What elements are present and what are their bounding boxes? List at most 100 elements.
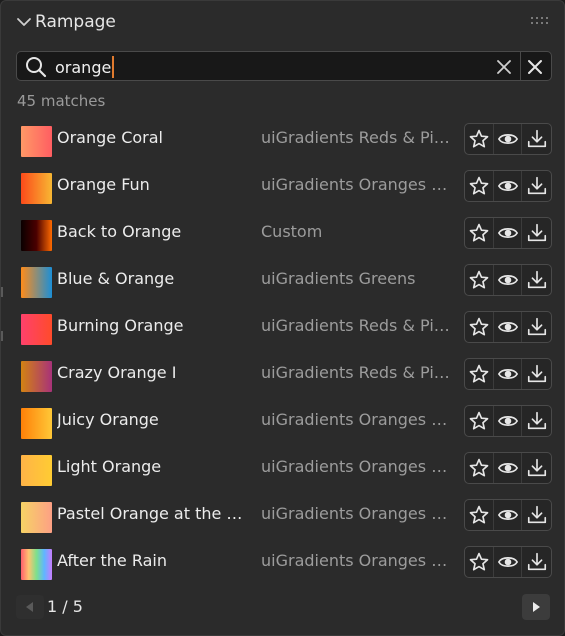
gradient-collection: uiGradients Reds & Pi…	[261, 128, 450, 147]
gradient-swatch	[21, 314, 52, 345]
list-item[interactable]: After the Rain uiGradients Oranges …	[1, 541, 564, 588]
list-item[interactable]: Blue & Orange uiGradients Greens	[1, 259, 564, 306]
page-indicator: 1 / 5	[47, 597, 83, 616]
favorite-button[interactable]	[465, 124, 494, 154]
list-item[interactable]: Orange Coral uiGradients Reds & Pi…	[1, 118, 564, 165]
import-button[interactable]	[522, 406, 551, 436]
preview-button[interactable]	[494, 265, 523, 295]
row-actions	[464, 499, 552, 531]
list-item[interactable]: Orange Fun uiGradients Oranges …	[1, 165, 564, 212]
gradient-collection: uiGradients Oranges …	[261, 551, 448, 570]
favorite-button[interactable]	[465, 547, 494, 577]
row-actions	[464, 358, 552, 390]
gradient-swatch	[21, 173, 52, 204]
gradient-collection: uiGradients Reds & Pi…	[261, 316, 450, 335]
preview-button[interactable]	[494, 500, 523, 530]
close-icon[interactable]	[523, 55, 547, 79]
row-actions	[464, 264, 552, 296]
favorite-button[interactable]	[465, 406, 494, 436]
search-icon	[26, 57, 47, 78]
divider	[520, 52, 521, 80]
search-field[interactable]: orange	[16, 51, 552, 81]
download-icon	[526, 222, 548, 244]
favorite-button[interactable]	[465, 500, 494, 530]
gradient-name: Orange Coral	[57, 128, 163, 147]
gradient-swatch	[21, 267, 52, 298]
next-page-button[interactable]	[522, 594, 550, 620]
star-icon	[468, 269, 490, 291]
text-caret	[112, 56, 115, 78]
preview-button[interactable]	[494, 453, 523, 483]
eye-icon	[497, 175, 519, 197]
eye-icon	[497, 504, 519, 526]
preview-button[interactable]	[494, 171, 523, 201]
import-button[interactable]	[522, 124, 551, 154]
import-button[interactable]	[522, 312, 551, 342]
clear-icon[interactable]	[493, 56, 515, 78]
star-icon	[468, 175, 490, 197]
gradient-name: After the Rain	[57, 551, 168, 570]
chevron-down-icon[interactable]	[15, 13, 33, 31]
download-icon	[526, 504, 548, 526]
panel-title: Rampage	[35, 12, 116, 32]
preview-button[interactable]	[494, 124, 523, 154]
preview-button[interactable]	[494, 406, 523, 436]
gradient-swatch	[21, 502, 52, 533]
gradient-name: Back to Orange	[57, 222, 182, 241]
gradient-name: Pastel Orange at the …	[57, 504, 243, 523]
preview-button[interactable]	[494, 359, 523, 389]
gradient-swatch	[21, 126, 52, 157]
gradient-collection: uiGradients Oranges …	[261, 457, 448, 476]
gradient-name: Blue & Orange	[57, 269, 175, 288]
download-icon	[526, 269, 548, 291]
import-button[interactable]	[522, 453, 551, 483]
gradient-collection: uiGradients Greens	[261, 269, 416, 288]
download-icon	[526, 128, 548, 150]
import-button[interactable]	[522, 500, 551, 530]
preview-button[interactable]	[494, 218, 523, 248]
panel-header[interactable]: Rampage	[1, 1, 564, 43]
favorite-button[interactable]	[465, 312, 494, 342]
favorite-button[interactable]	[465, 171, 494, 201]
download-icon	[526, 410, 548, 432]
favorite-button[interactable]	[465, 359, 494, 389]
import-button[interactable]	[522, 218, 551, 248]
import-button[interactable]	[522, 265, 551, 295]
eye-icon	[497, 410, 519, 432]
match-count: 45 matches	[17, 92, 106, 110]
search-input[interactable]: orange	[55, 56, 115, 78]
import-button[interactable]	[522, 359, 551, 389]
eye-icon	[497, 551, 519, 573]
gradient-collection: Custom	[261, 222, 323, 241]
favorite-button[interactable]	[465, 453, 494, 483]
import-button[interactable]	[522, 547, 551, 577]
preview-button[interactable]	[494, 312, 523, 342]
list-item[interactable]: Pastel Orange at the … uiGradients Orange…	[1, 494, 564, 541]
gradient-collection: uiGradients Oranges …	[261, 504, 448, 523]
preview-button[interactable]	[494, 547, 523, 577]
list-item[interactable]: Juicy Orange uiGradients Oranges …	[1, 400, 564, 447]
previous-page-button[interactable]	[16, 595, 44, 619]
gradient-name: Orange Fun	[57, 175, 150, 194]
list-item[interactable]: Crazy Orange I uiGradients Reds & Pi…	[1, 353, 564, 400]
triangle-right-icon	[533, 602, 540, 612]
star-icon	[468, 222, 490, 244]
gradient-swatch	[21, 361, 52, 392]
star-icon	[468, 551, 490, 573]
favorite-button[interactable]	[465, 265, 494, 295]
eye-icon	[497, 222, 519, 244]
row-actions	[464, 405, 552, 437]
list-item[interactable]: Back to Orange Custom	[1, 212, 564, 259]
import-button[interactable]	[522, 171, 551, 201]
download-icon	[526, 316, 548, 338]
list-item[interactable]: Burning Orange uiGradients Reds & Pi…	[1, 306, 564, 353]
gradient-collection: uiGradients Oranges …	[261, 175, 448, 194]
gradient-swatch	[21, 549, 52, 580]
row-actions	[464, 546, 552, 578]
gradient-name: Crazy Orange I	[57, 363, 177, 382]
gradient-name: Light Orange	[57, 457, 162, 476]
drag-grip-icon[interactable]	[530, 15, 550, 27]
download-icon	[526, 551, 548, 573]
list-item[interactable]: Light Orange uiGradients Oranges …	[1, 447, 564, 494]
favorite-button[interactable]	[465, 218, 494, 248]
